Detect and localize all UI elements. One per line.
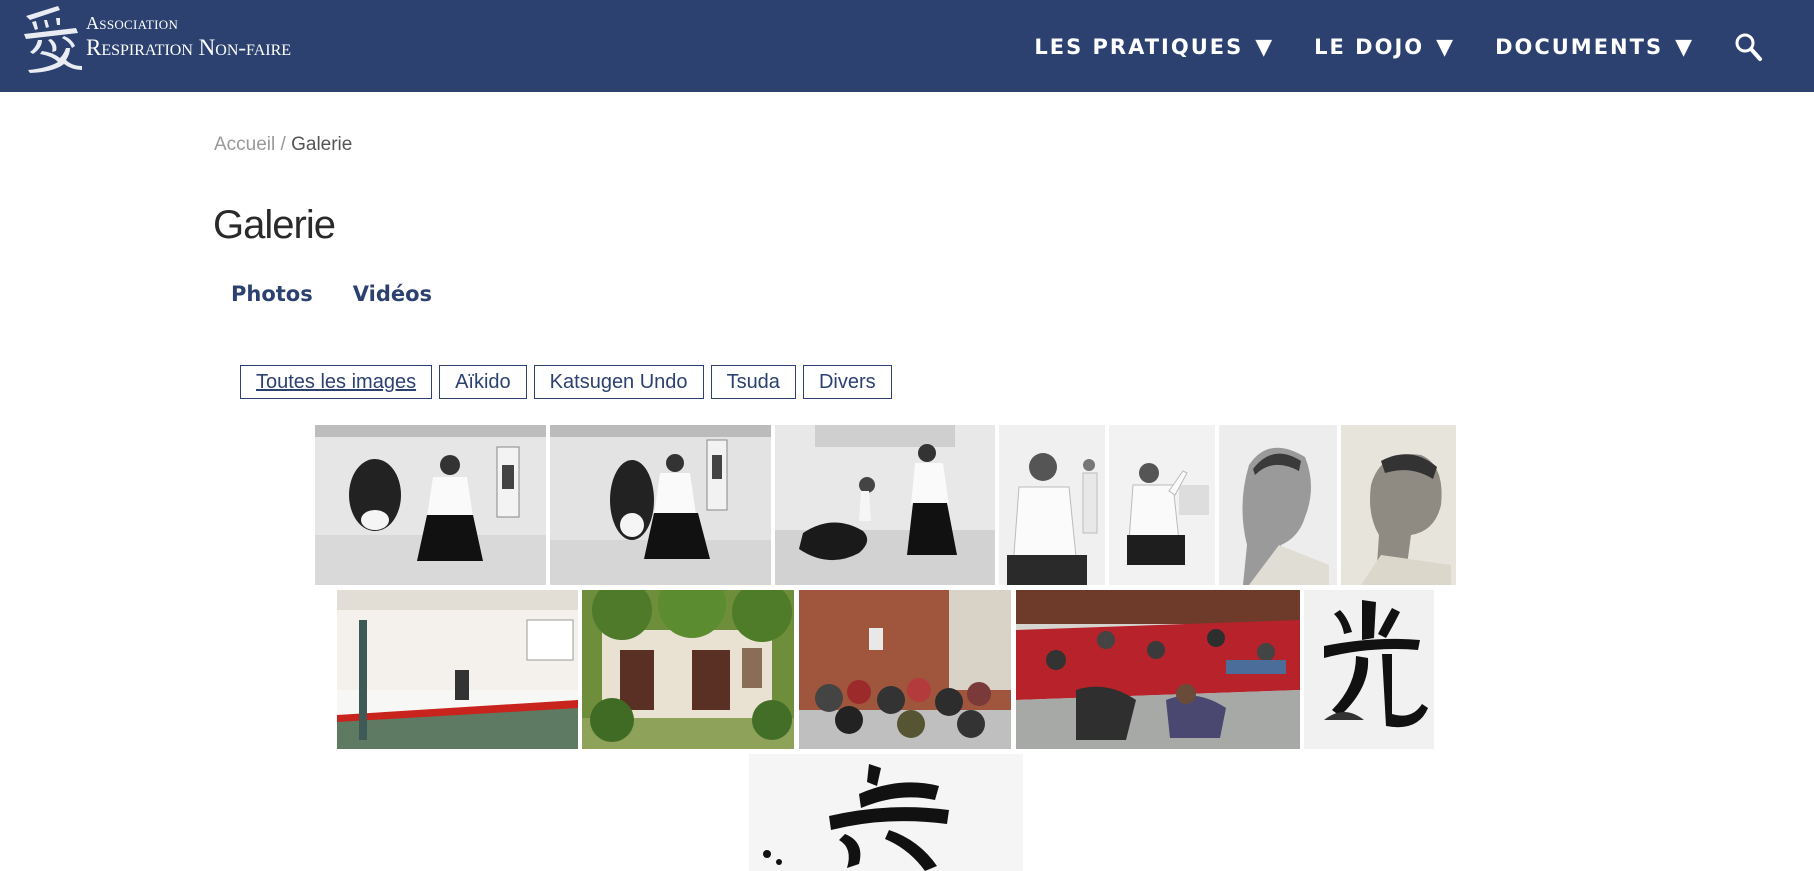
gallery-photo-aikido-throw-2[interactable] [550, 425, 771, 585]
nav-label: LES PRATIQUES [1034, 35, 1244, 59]
nav-label: LE DOJO [1314, 35, 1425, 59]
filter-divers[interactable]: Divers [802, 365, 892, 399]
logo-calligraphy-icon[interactable] [18, 2, 86, 74]
page-title: Galerie [213, 203, 336, 247]
gallery-photo-aikido-throw-3[interactable] [775, 425, 995, 585]
gallery-photo-master-seated[interactable] [999, 425, 1105, 585]
filter-all-images[interactable]: Toutes les images [240, 365, 433, 399]
logo-text[interactable]: Association Respiration Non-faire [86, 14, 291, 59]
gallery-photo-dojo-interior[interactable] [337, 590, 578, 749]
tab-photos[interactable]: Photos [231, 282, 313, 306]
gallery-photo-calligraphy-2[interactable] [749, 754, 1023, 871]
gallery-photo-portrait-2[interactable] [1341, 425, 1456, 585]
search-icon[interactable] [1734, 32, 1762, 62]
nav-item-le-dojo[interactable]: LE DOJO ▼ [1314, 35, 1455, 60]
main-nav: LES PRATIQUES ▼ LE DOJO ▼ DOCUMENTS ▼ [1034, 32, 1762, 62]
breadcrumb-home-link[interactable]: Accueil [214, 134, 275, 155]
filter-aikido[interactable]: Aïkido [439, 365, 527, 399]
caret-down-icon: ▼ [1675, 34, 1694, 60]
logo-line-name: Respiration Non-faire [86, 35, 292, 60]
nav-item-documents[interactable]: DOCUMENTS ▼ [1495, 35, 1694, 60]
logo-line-association: Association [86, 13, 179, 33]
nav-item-les-pratiques[interactable]: LES PRATIQUES ▼ [1034, 35, 1274, 60]
gallery-photo-master-seiza[interactable] [1109, 425, 1215, 585]
breadcrumb: Accueil / Galerie [214, 134, 352, 156]
tab-videos[interactable]: Vidéos [353, 282, 432, 306]
gallery-photo-portrait-1[interactable] [1219, 425, 1337, 585]
gallery-tabs: Photos Vidéos [231, 282, 472, 306]
filter-katsugen-undo[interactable]: Katsugen Undo [533, 365, 704, 399]
gallery-photo-group-mats[interactable] [1016, 590, 1300, 749]
gallery-photo-group-seated[interactable] [799, 590, 1011, 749]
site-header: Association Respiration Non-faire LES PR… [0, 0, 1814, 92]
gallery-photo-calligraphy-1[interactable] [1304, 590, 1434, 749]
gallery-filters: Toutes les images Aïkido Katsugen Undo T… [240, 365, 899, 399]
caret-down-icon: ▼ [1255, 34, 1275, 60]
gallery-photo-aikido-throw-1[interactable] [315, 425, 546, 585]
filter-tsuda[interactable]: Tsuda [710, 365, 796, 399]
breadcrumb-separator: / [275, 134, 292, 155]
gallery-photo-dojo-entrance[interactable] [582, 590, 794, 749]
caret-down-icon: ▼ [1436, 34, 1456, 60]
breadcrumb-current: Galerie [291, 134, 353, 155]
nav-label: DOCUMENTS [1495, 35, 1664, 59]
